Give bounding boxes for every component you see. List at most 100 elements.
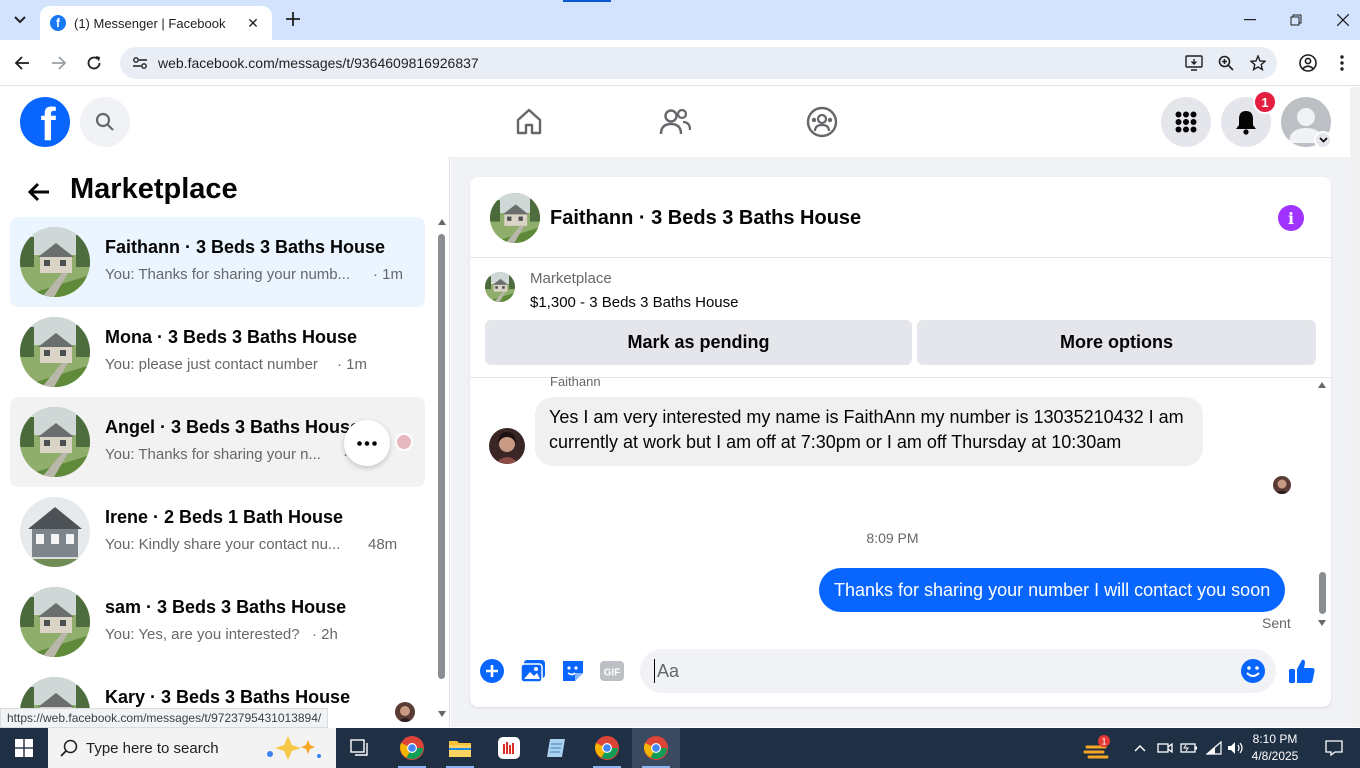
listing-thumbnail: [20, 407, 90, 477]
scrollbar-thumb[interactable]: [438, 234, 445, 679]
install-app-icon[interactable]: [1182, 51, 1206, 75]
network-icon[interactable]: [1204, 728, 1224, 768]
listing-thumbnail: [20, 317, 90, 387]
taskbar-chrome-1[interactable]: [388, 728, 436, 768]
listing-thumbnail[interactable]: [485, 272, 515, 302]
chat-scrollbar[interactable]: [1316, 380, 1328, 630]
conversation-item[interactable]: Faithann · 3 Beds 3 Baths House You: Tha…: [10, 217, 425, 307]
windows-logo-icon: [15, 739, 33, 757]
more-actions-button[interactable]: [478, 657, 506, 685]
chrome-icon: [644, 736, 668, 760]
taskbar-chrome-2[interactable]: [583, 728, 631, 768]
sticker-icon: [563, 661, 583, 681]
conversation-options-button[interactable]: [344, 420, 390, 466]
search-button[interactable]: [80, 97, 130, 147]
chat-listing-thumbnail[interactable]: [490, 193, 540, 243]
taskbar-app-red[interactable]: [485, 728, 533, 768]
conversation-preview: You: Yes, are you interested?: [105, 626, 300, 643]
battery-icon[interactable]: [1179, 728, 1199, 768]
action-center-button[interactable]: [1322, 728, 1346, 768]
scroll-up-icon[interactable]: [1318, 382, 1326, 388]
link-status-bar: https://web.facebook.com/messages/t/9723…: [0, 708, 329, 728]
taskbar-chrome-3[interactable]: [632, 728, 680, 768]
tab-title: (1) Messenger | Facebook: [74, 15, 226, 31]
listing-title[interactable]: $1,300 - 3 Beds 3 Baths House: [530, 294, 738, 311]
scroll-up-icon[interactable]: [438, 219, 446, 225]
conversation-item[interactable]: Angel · 3 Beds 3 Baths House You: Thanks…: [10, 397, 425, 487]
more-options-button[interactable]: More options: [917, 320, 1316, 365]
close-tab-icon[interactable]: ✕: [244, 14, 262, 32]
mark-as-pending-button[interactable]: Mark as pending: [485, 320, 912, 365]
gif-icon: GIF: [600, 661, 624, 681]
minimize-button[interactable]: [1227, 0, 1273, 40]
listing-thumbnail: [20, 227, 90, 297]
url-text: web.facebook.com/messages/t/936460981692…: [158, 55, 479, 71]
bell-icon: [1236, 111, 1256, 135]
send-like-button[interactable]: [1288, 657, 1316, 685]
menu-button[interactable]: [1161, 97, 1211, 147]
back-button[interactable]: [24, 177, 54, 207]
emoji-button[interactable]: [1240, 658, 1266, 684]
reload-button[interactable]: [82, 51, 106, 75]
page-scrollbar[interactable]: [1350, 87, 1360, 727]
taskbar-app-notes[interactable]: [533, 728, 581, 768]
nav-friends[interactable]: [655, 102, 695, 142]
meet-now-icon[interactable]: [1155, 728, 1175, 768]
weather-widget[interactable]: 1: [1080, 728, 1114, 768]
restore-button[interactable]: [1273, 0, 1319, 40]
seen-avatar: [395, 433, 413, 451]
message-timestamp: 8:09 PM: [866, 530, 919, 546]
restore-icon: [1290, 14, 1302, 26]
site-info-icon[interactable]: [130, 53, 150, 73]
gif-button[interactable]: GIF: [598, 657, 626, 685]
scrollbar-thumb[interactable]: [1319, 572, 1326, 614]
info-icon[interactable]: i: [1278, 205, 1304, 231]
address-bar[interactable]: web.facebook.com/messages/t/936460981692…: [120, 47, 1277, 79]
scroll-down-icon[interactable]: [438, 711, 446, 717]
scroll-down-icon[interactable]: [1318, 620, 1326, 626]
nav-groups[interactable]: [802, 102, 842, 142]
sender-avatar[interactable]: [489, 428, 525, 464]
nav-home[interactable]: [509, 102, 549, 142]
system-clock[interactable]: 8:10 PM 4/8/2025: [1250, 731, 1300, 765]
more-horizontal-icon: [357, 440, 377, 446]
thumbs-up-icon: [1289, 659, 1315, 683]
sticker-button[interactable]: [559, 657, 587, 685]
facebook-logo[interactable]: f: [20, 97, 70, 147]
close-window-button[interactable]: [1320, 0, 1360, 40]
conversation-item[interactable]: sam · 3 Beds 3 Baths House You: Yes, are…: [10, 577, 425, 667]
conversation-item[interactable]: Irene · 2 Beds 1 Bath House You: Kindly …: [10, 487, 425, 577]
back-button[interactable]: [10, 51, 34, 75]
grid-menu-icon: [1175, 111, 1197, 133]
volume-icon[interactable]: [1226, 728, 1246, 768]
clock-time: 8:10 PM: [1252, 732, 1298, 746]
marketplace-conversation-list: Marketplace Faithann · 3 Beds 3 Baths Ho…: [0, 157, 450, 727]
start-button[interactable]: [0, 728, 48, 768]
browser-tab[interactable]: f (1) Messenger | Facebook ✕: [40, 6, 272, 40]
taskbar-search-box[interactable]: Type here to search: [48, 728, 336, 768]
show-hidden-icons-button[interactable]: [1130, 728, 1150, 768]
conversation-item[interactable]: Mona · 3 Beds 3 Baths House You: please …: [10, 307, 425, 397]
search-icon: [95, 112, 114, 131]
chat-title[interactable]: Faithann · 3 Beds 3 Baths House: [550, 207, 861, 230]
conversation-list-scrollbar[interactable]: [437, 217, 447, 717]
task-view-button[interactable]: [336, 728, 384, 768]
bookmark-star-icon[interactable]: [1246, 51, 1270, 75]
outgoing-message[interactable]: Thanks for sharing your number I will co…: [819, 568, 1286, 612]
attach-photo-button[interactable]: [519, 657, 547, 685]
profile-button[interactable]: [1296, 51, 1320, 75]
message-input[interactable]: [654, 659, 1214, 683]
browser-menu-button[interactable]: [1330, 51, 1354, 75]
new-tab-button[interactable]: [282, 8, 304, 30]
message-composer: [640, 649, 1276, 693]
zoom-icon[interactable]: [1214, 51, 1238, 75]
tab-search-button[interactable]: [6, 7, 34, 33]
read-receipt-avatar: [1273, 476, 1291, 494]
browser-toolbar: web.facebook.com/messages/t/936460981692…: [0, 40, 1360, 86]
incoming-message[interactable]: Yes I am very interested my name is Fait…: [535, 397, 1203, 466]
forward-button[interactable]: [47, 51, 71, 75]
more-vertical-icon: [1340, 55, 1344, 71]
taskbar-file-explorer[interactable]: [436, 728, 484, 768]
account-menu-caret[interactable]: [1314, 131, 1332, 149]
conversation-preview: You: please just contact number: [105, 356, 318, 373]
